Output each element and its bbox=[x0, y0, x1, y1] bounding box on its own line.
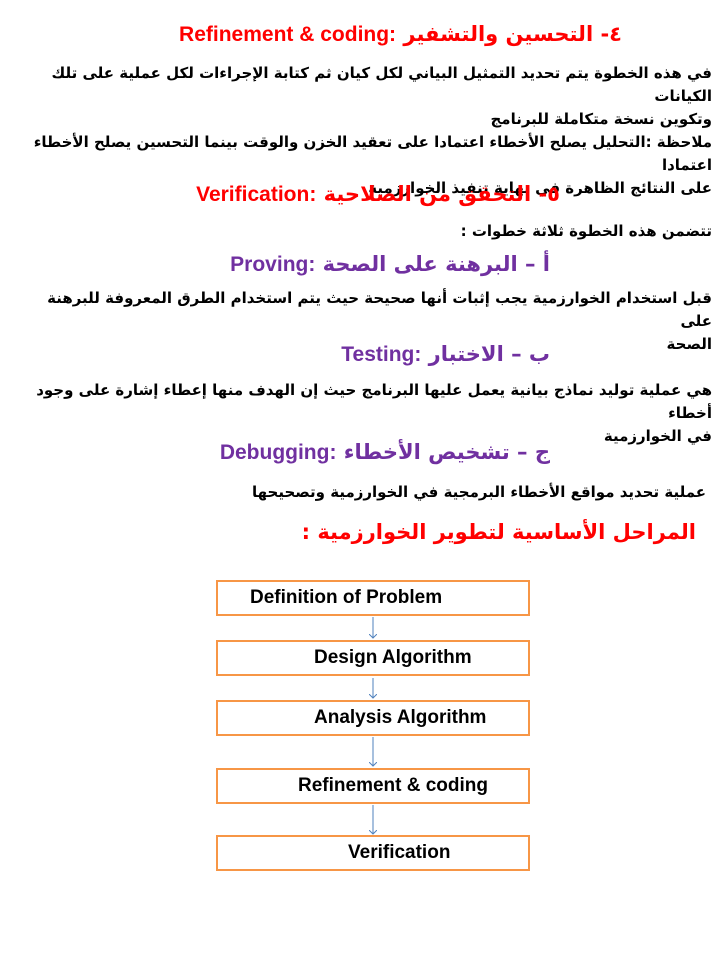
flow-step-label: Definition of Problem bbox=[250, 587, 443, 608]
flow-step-design: Design Algorithm bbox=[216, 640, 530, 676]
flow-step-label: Verification bbox=[348, 842, 451, 863]
flow-step-label: Analysis Algorithm bbox=[314, 707, 487, 728]
flowchart-connectors bbox=[0, 617, 720, 960]
flow-step-verification: Verification bbox=[216, 835, 530, 871]
flow-step-analysis: Analysis Algorithm bbox=[216, 700, 530, 736]
flow-step-refinement: Refinement & coding bbox=[216, 768, 530, 804]
flow-step-label: Design Algorithm bbox=[314, 647, 472, 668]
flow-step-definition: Definition of Problem bbox=[216, 580, 530, 616]
flow-step-label: Refinement & coding bbox=[298, 775, 489, 796]
